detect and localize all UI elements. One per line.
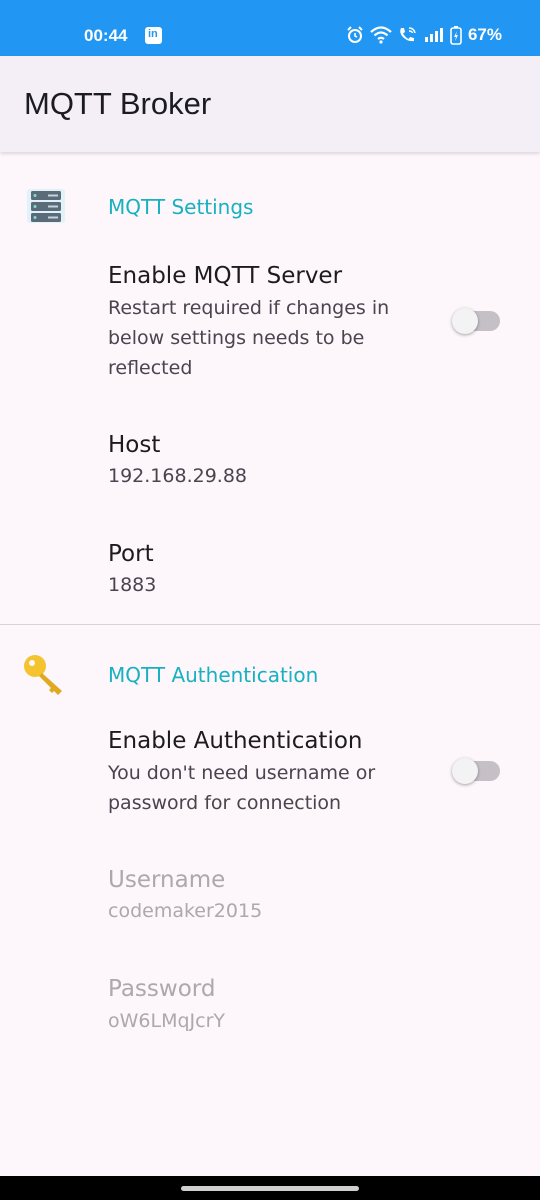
status-time: 00:44 <box>84 26 128 45</box>
status-bar: 00:44 in 67% <box>0 0 540 56</box>
pref-port-title: Port <box>108 541 154 567</box>
home-gesture-handle[interactable] <box>181 1186 359 1191</box>
app-bar: MQTT Broker <box>0 56 540 152</box>
wifi-calling-icon <box>400 27 416 42</box>
signal-icon <box>424 28 443 42</box>
navigation-bar <box>0 1176 540 1200</box>
toggle-thumb <box>452 308 478 334</box>
section-divider <box>0 624 540 625</box>
pref-enable-mqtt-server-summary: Restart required if changes in below set… <box>108 297 390 379</box>
pref-username-value: codemaker2015 <box>108 900 263 922</box>
alarm-icon <box>347 26 363 43</box>
enable-mqtt-server-toggle[interactable] <box>452 308 500 334</box>
section-header-mqtt-settings: MQTT Settings <box>108 195 254 219</box>
pref-host-title: Host <box>108 432 161 458</box>
server-icon <box>27 189 65 223</box>
pref-password-value: oW6LMqJcrY <box>108 1010 226 1032</box>
pref-port-value: 1883 <box>108 574 157 596</box>
section-header-mqtt-authentication: MQTT Authentication <box>108 663 319 687</box>
enable-authentication-toggle[interactable] <box>452 758 500 784</box>
page-title: MQTT Broker <box>24 86 212 121</box>
pref-enable-authentication-summary: You don't need username or password for … <box>108 762 376 814</box>
linkedin-notification-icon: in <box>145 27 162 44</box>
battery-icon <box>450 26 462 45</box>
status-icons: 67% <box>346 25 502 45</box>
pref-enable-authentication-title: Enable Authentication <box>108 728 363 754</box>
wifi-icon <box>370 26 392 44</box>
toggle-thumb <box>452 758 478 784</box>
pref-username-title: Username <box>108 867 226 893</box>
pref-enable-mqtt-server-title: Enable MQTT Server <box>108 263 343 289</box>
pref-host-value: 192.168.29.88 <box>108 465 248 487</box>
key-icon <box>24 655 62 695</box>
pref-password-title: Password <box>108 976 216 1002</box>
battery-percentage: 67% <box>467 25 502 44</box>
